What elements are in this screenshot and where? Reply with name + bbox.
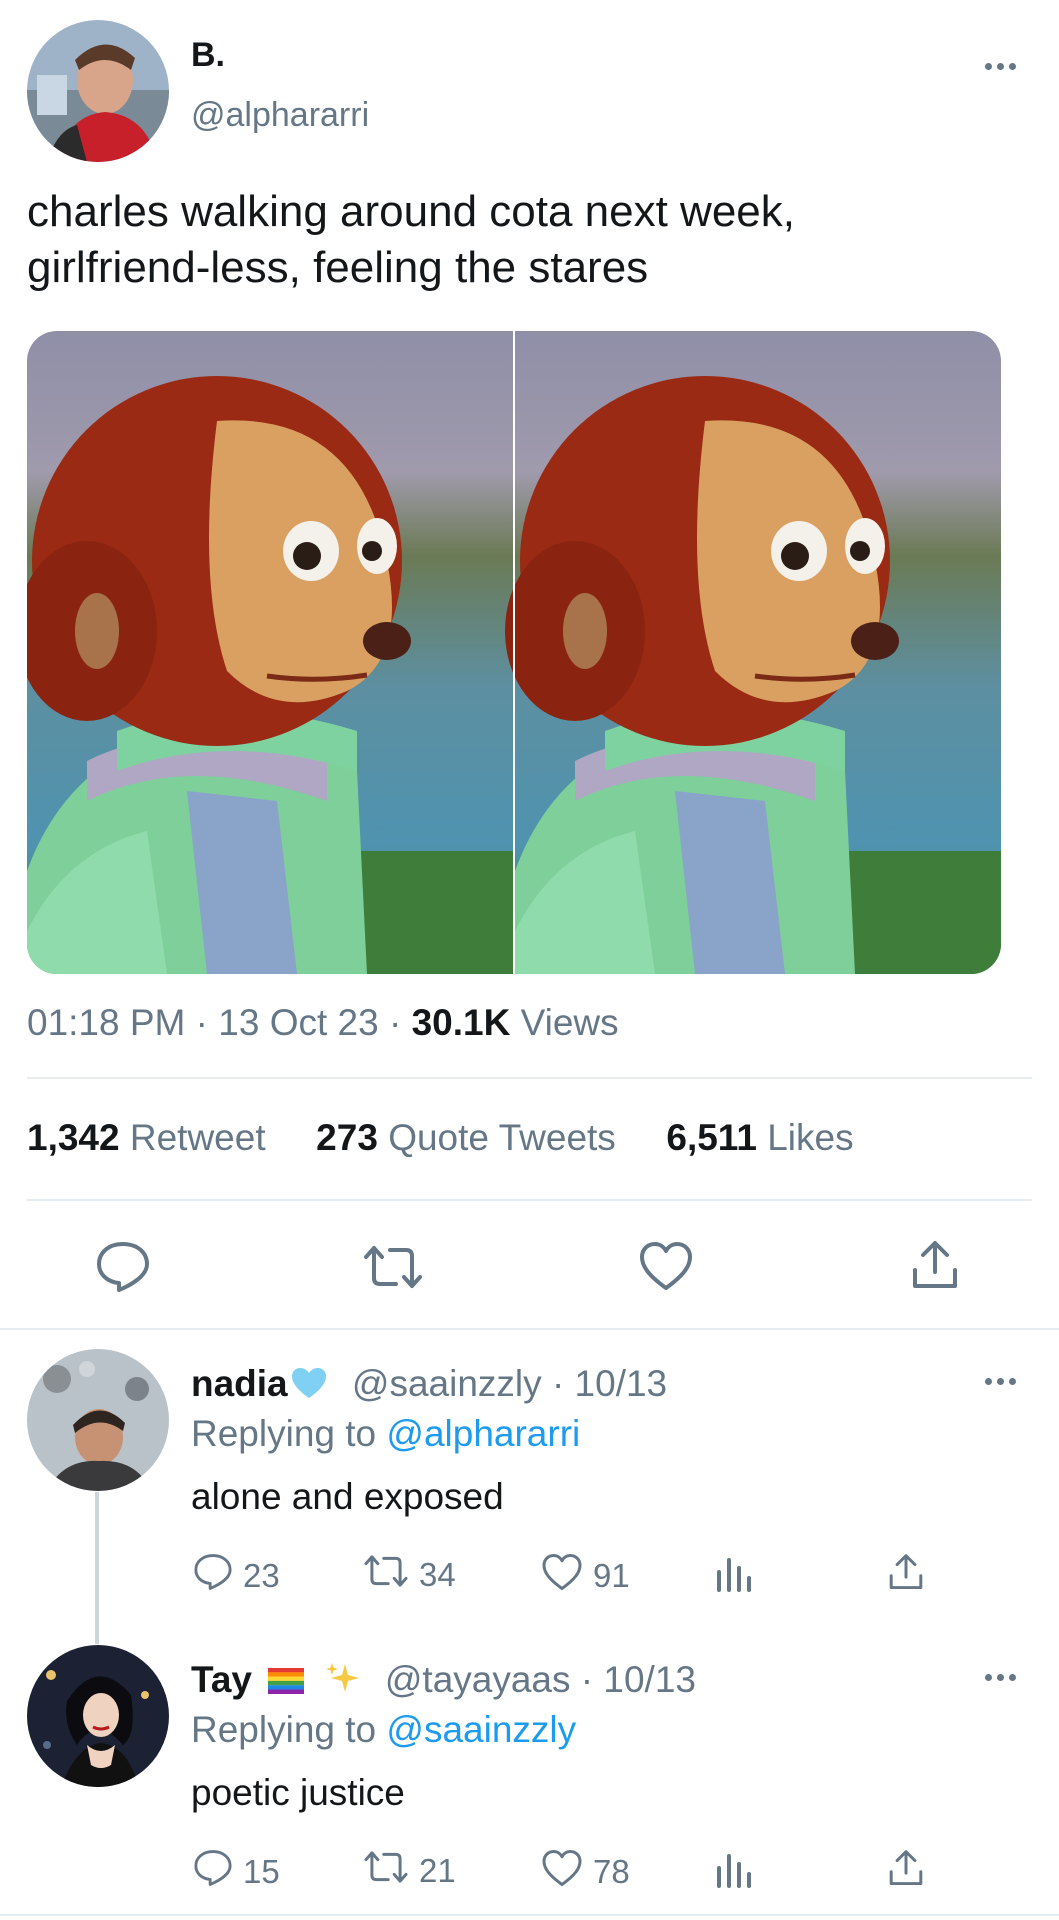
more-options-icon[interactable] (985, 63, 1016, 70)
likes-count: 6,511 (666, 1117, 757, 1158)
reply-handle[interactable]: @saainzzly (352, 1363, 542, 1404)
tweet-text-line-2: girlfriend-less, feeling the stares (27, 243, 649, 292)
reply-avatar[interactable] (27, 1645, 169, 1787)
share-icon[interactable] (887, 1848, 925, 1896)
retweet-icon[interactable] (362, 1242, 424, 1292)
replying-to-line: Replying to @saainzzly (191, 1709, 576, 1751)
like-count-button[interactable]: 78 (541, 1848, 630, 1896)
like-icon (541, 1552, 583, 1600)
likes-stat[interactable]: 6,511 Likes (666, 1117, 853, 1158)
reply-text: alone and exposed (191, 1476, 504, 1517)
reply-text: poetic justice (191, 1772, 405, 1813)
reply-count-button[interactable]: 23 (193, 1552, 280, 1600)
reply-date[interactable]: · 10/13 (581, 1659, 696, 1700)
reply-display-name[interactable]: nadia (191, 1363, 288, 1404)
analytics-icon[interactable] (713, 1554, 753, 1600)
divider (0, 1914, 1059, 1916)
retweet-icon (363, 1552, 409, 1598)
reply-icon (193, 1552, 233, 1600)
tweet-media[interactable] (27, 331, 1001, 974)
author-handle[interactable]: @alphararri (191, 96, 369, 135)
reply-icon[interactable] (95, 1240, 151, 1294)
divider (0, 1328, 1059, 1330)
tweet-time[interactable]: 01:18 PM (27, 1002, 185, 1043)
author-display-name[interactable]: B. (191, 36, 225, 75)
share-icon[interactable] (887, 1552, 925, 1600)
reply-header: Tay @tayayaas · 10/13 (191, 1659, 696, 1705)
reply-handle[interactable]: @tayayaas (385, 1659, 571, 1700)
reply-header: nadia @saainzzly · 10/13 (191, 1363, 667, 1409)
reply-count: 23 (243, 1557, 280, 1594)
divider (27, 1077, 1032, 1079)
like-count-button[interactable]: 91 (541, 1552, 630, 1600)
retweet-count: 21 (419, 1852, 456, 1889)
reply-avatar[interactable] (27, 1349, 169, 1491)
like-icon[interactable] (638, 1240, 694, 1292)
tweet-timestamp-row: 01:18 PM · 13 Oct 23 · 30.1K Views (27, 1002, 619, 1044)
replying-to-link[interactable]: @alphararri (386, 1413, 580, 1454)
reply-display-name[interactable]: Tay (191, 1659, 252, 1700)
quote-stat[interactable]: 273 Quote Tweets (316, 1117, 626, 1158)
like-icon (541, 1848, 583, 1896)
replying-to-prefix: Replying to (191, 1709, 377, 1750)
share-icon[interactable] (910, 1238, 960, 1292)
divider (27, 1199, 1032, 1201)
like-count: 78 (593, 1853, 630, 1890)
engagement-stats: 1,342 Retweet 273 Quote Tweets 6,511 Lik… (27, 1117, 854, 1159)
rainbow-flag-emoji (268, 1661, 305, 1703)
replying-to-link[interactable]: @saainzzly (386, 1709, 576, 1750)
retweet-count: 1,342 (27, 1117, 120, 1158)
replying-to-line: Replying to @alphararri (191, 1413, 580, 1455)
thread-line (95, 1492, 99, 1644)
retweet-count: 34 (419, 1556, 456, 1593)
reply-count: 15 (243, 1853, 280, 1890)
retweet-label: Retweet (129, 1117, 266, 1158)
sparkles-emoji (325, 1660, 361, 1705)
quote-label: Quote Tweets (388, 1117, 616, 1158)
separator-dot: · (195, 1002, 208, 1043)
retweet-count-button[interactable]: 21 (363, 1848, 456, 1894)
views-count: 30.1K (411, 1002, 511, 1043)
replying-to-prefix: Replying to (191, 1413, 377, 1454)
reply-icon (193, 1848, 233, 1896)
tweet-date[interactable]: 13 Oct 23 (218, 1002, 378, 1043)
more-options-icon[interactable] (985, 1674, 1016, 1681)
more-options-icon[interactable] (985, 1378, 1016, 1385)
separator-dot: · (388, 1002, 402, 1043)
likes-label: Likes (767, 1117, 854, 1158)
views-label: Views (520, 1002, 619, 1043)
author-avatar[interactable] (27, 20, 169, 162)
quote-count: 273 (316, 1117, 378, 1158)
retweet-stat[interactable]: 1,342 Retweet (27, 1117, 276, 1158)
analytics-icon[interactable] (713, 1850, 753, 1896)
reply-count-button[interactable]: 15 (193, 1848, 280, 1896)
retweet-icon (363, 1848, 409, 1894)
like-count: 91 (593, 1557, 630, 1594)
tweet-text-line-1: charles walking around cota next week, (27, 187, 795, 236)
reply-date[interactable]: · 10/13 (552, 1363, 667, 1404)
blue-heart-emoji (290, 1366, 328, 1409)
retweet-count-button[interactable]: 34 (363, 1552, 456, 1598)
